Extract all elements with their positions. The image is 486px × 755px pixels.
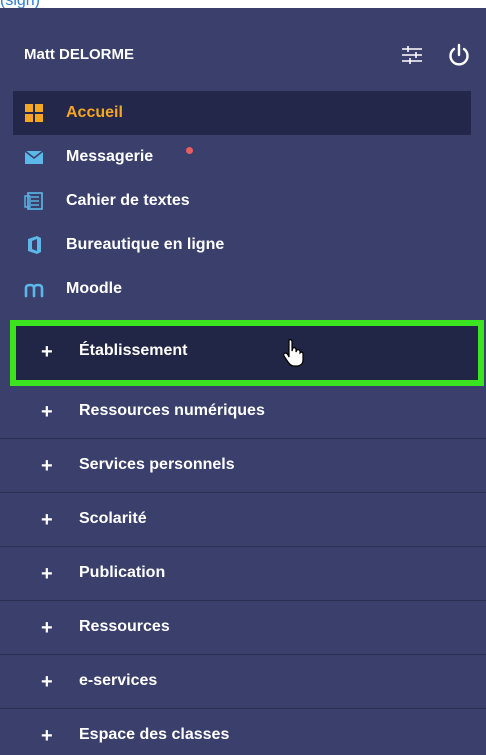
quick-link-label: Cahier de textes — [66, 192, 190, 209]
office-icon — [28, 236, 41, 254]
settings-sliders-icon[interactable] — [399, 42, 425, 68]
moodle-icon — [24, 283, 44, 298]
quick-link-moodle[interactable]: Moodle — [0, 267, 486, 311]
section-etablissement[interactable]: + Établissement — [10, 320, 484, 386]
power-icon[interactable] — [446, 42, 472, 68]
plus-icon: + — [41, 725, 53, 747]
section-label: Publication — [79, 564, 166, 581]
side-menu: Matt DELORME Accueil Messagerie Cahier d… — [0, 8, 486, 755]
section-espace-des-classes[interactable]: + Espace des classes — [0, 710, 486, 755]
section-label: Scolarité — [79, 510, 147, 527]
quick-link-messagerie[interactable]: Messagerie — [0, 135, 486, 179]
quick-link-bureautique[interactable]: Bureautique en ligne — [0, 223, 486, 267]
user-name: Matt DELORME — [24, 46, 134, 63]
unread-badge — [186, 147, 193, 154]
hand-cursor-icon — [283, 339, 304, 367]
menu-header: Matt DELORME — [0, 8, 486, 98]
grid-icon — [25, 104, 43, 122]
section-ressources[interactable]: + Ressources — [0, 602, 486, 655]
plus-icon: + — [41, 341, 53, 363]
section-e-services[interactable]: + e-services — [0, 656, 486, 709]
section-label: e-services — [79, 672, 158, 689]
mail-icon — [24, 150, 44, 164]
quick-link-label: Accueil — [66, 104, 123, 121]
plus-icon: + — [41, 617, 53, 639]
section-label: Ressources numériques — [79, 402, 265, 419]
plus-icon: + — [41, 509, 53, 531]
section-services-personnels[interactable]: + Services personnels — [0, 440, 486, 493]
section-scolarite[interactable]: + Scolarité — [0, 494, 486, 547]
section-label: Ressources — [79, 618, 170, 635]
notebook-icon — [24, 192, 43, 210]
plus-icon: + — [41, 671, 53, 693]
section-publication[interactable]: + Publication — [0, 548, 486, 601]
plus-icon: + — [41, 563, 53, 585]
section-label: Espace des classes — [79, 726, 230, 743]
plus-icon: + — [41, 401, 53, 423]
section-label: Services personnels — [79, 456, 235, 473]
quick-link-cahier[interactable]: Cahier de textes — [0, 179, 486, 223]
quick-link-label: Messagerie — [66, 148, 154, 165]
quick-link-accueil[interactable]: Accueil — [13, 91, 471, 135]
plus-icon: + — [41, 455, 53, 477]
section-ressources-numeriques[interactable]: + Ressources numériques — [0, 386, 486, 439]
quick-link-label: Moodle — [66, 280, 122, 297]
section-label: Établissement — [79, 342, 188, 359]
quick-link-label: Bureautique en ligne — [66, 236, 225, 253]
